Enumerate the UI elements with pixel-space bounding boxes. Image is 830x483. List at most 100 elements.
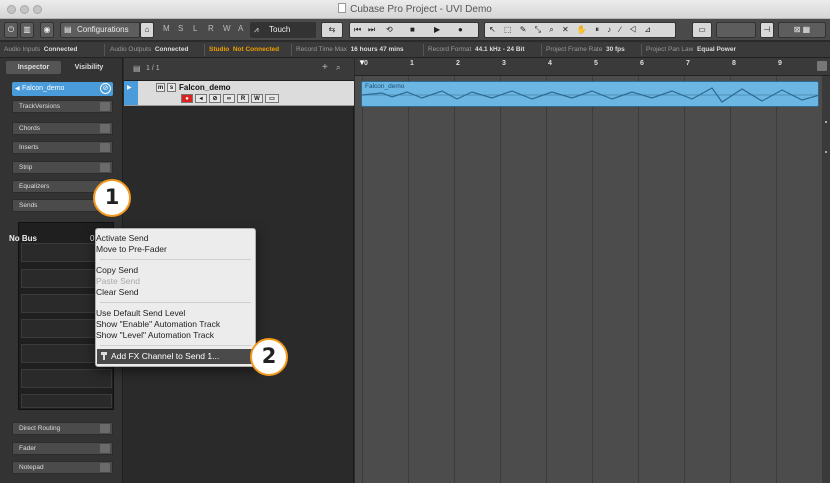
- record-enable-button[interactable]: ●: [181, 94, 193, 103]
- lane-icon[interactable]: ∞: [223, 94, 235, 103]
- section-fader[interactable]: Fader: [12, 442, 113, 455]
- track-name[interactable]: Falcon_demo: [179, 83, 231, 92]
- trackversions-icon: [100, 102, 110, 111]
- section-trackversions[interactable]: TrackVersions: [12, 100, 113, 113]
- ruler-bar-5: 5: [594, 60, 598, 67]
- send-slot-6[interactable]: [21, 369, 112, 388]
- tab-inspector[interactable]: Inspector: [6, 61, 61, 74]
- gridline-bar: [730, 76, 731, 483]
- title-bar: Cubase Pro Project - UVI Demo: [0, 0, 830, 19]
- go-to-start-icon[interactable]: ⏮: [354, 23, 361, 37]
- ruler-options-icon[interactable]: [817, 61, 827, 71]
- mute-state-label[interactable]: M: [163, 24, 170, 33]
- layout-icon[interactable]: ▥: [20, 22, 34, 38]
- menu-add-fx-channel[interactable]: Add FX Channel to Send 1...: [97, 349, 254, 364]
- track-row[interactable]: ▶ m s Falcon_demo ● ◂ ⊘ ∞ R W ▭: [124, 81, 354, 106]
- snap-select[interactable]: [716, 22, 756, 38]
- transport-controls: ⏮ ⏭ ⟲ ■ ▶ ●: [349, 22, 479, 38]
- gridline-bar: [408, 76, 409, 483]
- edit-instrument-icon[interactable]: ▭: [265, 94, 279, 103]
- color-icon[interactable]: ▭: [692, 22, 712, 38]
- step-callout-2: 2: [250, 338, 288, 376]
- record-mode-icon[interactable]: ◉: [40, 22, 54, 38]
- gridline-bar: [362, 76, 363, 483]
- record-time-status: Record Time Max 16 hours 47 mins: [296, 46, 404, 53]
- direct-routing-icon: [100, 424, 110, 433]
- snap-icon[interactable]: ⊣: [760, 22, 774, 38]
- strip-icon: [100, 163, 110, 172]
- section-notepad[interactable]: Notepad: [12, 461, 113, 474]
- audio-inputs-status: Audio Inputs Connected: [4, 46, 78, 53]
- tab-visibility[interactable]: Visibility: [63, 61, 115, 74]
- ruler-bar-2: 2: [456, 60, 460, 67]
- send-slot-7[interactable]: [21, 394, 112, 408]
- edit-channel-icon[interactable]: ⊘: [100, 83, 111, 94]
- track-list-icon: ▤: [133, 64, 141, 73]
- solo-state-label[interactable]: S: [178, 24, 183, 33]
- track-expand-icon: ◀: [15, 86, 20, 92]
- configurations-button[interactable]: ▤ Configurations: [60, 22, 140, 38]
- tools-icons[interactable]: ↖ ⬚ ✎ ⤡ ⌕ ✕ ✋ ⏸ ♪ ∕ ◁ ⊿: [489, 25, 654, 34]
- send-bus-label[interactable]: No Bus: [9, 234, 37, 243]
- chords-icon: [100, 124, 110, 133]
- cubase-window: Cubase Pro Project - UVI Demo ⏻ ▥ ◉ ▤ Co…: [0, 0, 830, 483]
- waveform: [362, 87, 818, 103]
- ruler-bar-9: 9: [778, 60, 782, 67]
- play-icon[interactable]: ▶: [434, 23, 440, 37]
- left-locator-icon[interactable]: ▼: [358, 58, 366, 67]
- search-icon[interactable]: ⌕: [336, 63, 340, 73]
- gridline-bar: [454, 76, 455, 483]
- section-chords[interactable]: Chords: [12, 122, 113, 135]
- read-automation-button[interactable]: R: [237, 94, 249, 103]
- write-automation-button[interactable]: W: [251, 94, 263, 103]
- audio-event[interactable]: Falcon_demo: [361, 81, 819, 107]
- automation-mode-select[interactable]: ⩘ Touch: [250, 22, 316, 38]
- gridline-bar: [638, 76, 639, 483]
- send-context-menu: Activate Send Move to Pre-Fader Copy Sen…: [95, 228, 256, 367]
- status-line: Audio Inputs Connected Audio Outputs Con…: [0, 42, 830, 58]
- notepad-icon: [100, 463, 110, 472]
- ruler-bar-6: 6: [640, 60, 644, 67]
- main-toolbar: ⏻ ▥ ◉ ▤ Configurations ⌂ M S L R W A ⩘ T…: [0, 19, 830, 41]
- fx-channel-icon: [101, 352, 107, 360]
- gridline-bar: [546, 76, 547, 483]
- frame-rate-status: Project Frame Rate 30 fps: [546, 46, 625, 53]
- mute-button[interactable]: m: [156, 83, 165, 92]
- track-list-header: ▤ 1 / 1 + ⌕: [124, 58, 354, 81]
- ruler[interactable]: 0 1 2 3 4 5 6 7 8 9 ▼: [355, 58, 830, 76]
- ruler-bar-1: 1: [410, 60, 414, 67]
- section-inserts[interactable]: Inserts: [12, 141, 113, 154]
- audio-outputs-status: Audio Outputs Connected: [110, 46, 189, 53]
- activate-project-button[interactable]: ⏻: [4, 22, 18, 38]
- project-window: 0 1 2 3 4 5 6 7 8 9 ▼ Falcon_demo: [355, 58, 830, 483]
- ruler-bar-4: 4: [548, 60, 552, 67]
- tool-palette[interactable]: ↖ ⬚ ✎ ⤡ ⌕ ✕ ✋ ⏸ ♪ ∕ ◁ ⊿: [484, 22, 676, 38]
- lock-icon[interactable]: ⊘: [209, 94, 221, 103]
- ruler-bar-8: 8: [732, 60, 736, 67]
- autoscroll-icon[interactable]: ⇆: [321, 22, 343, 38]
- section-strip[interactable]: Strip: [12, 161, 113, 174]
- send-level-value[interactable]: 0: [90, 234, 94, 243]
- cycle-icon[interactable]: ⟲: [386, 23, 393, 37]
- window-title: Cubase Pro Project - UVI Demo: [0, 3, 830, 15]
- vertical-scrollbar[interactable]: [822, 76, 830, 483]
- listen-state-label[interactable]: L: [193, 24, 197, 33]
- add-track-icon[interactable]: +: [322, 62, 328, 73]
- constrain-icon[interactable]: ⌂: [140, 22, 154, 38]
- monitor-icon[interactable]: ◂: [195, 94, 207, 103]
- stop-icon[interactable]: ■: [410, 23, 415, 37]
- inspector-track-name[interactable]: Falcon_demo ◀ ⊘: [12, 82, 113, 96]
- gridline-bar: [592, 76, 593, 483]
- section-direct-routing[interactable]: Direct Routing: [12, 422, 113, 435]
- audition-state-label[interactable]: A: [238, 24, 243, 33]
- gridline-bar: [776, 76, 777, 483]
- track-play-icon: ▶: [127, 85, 132, 91]
- write-state-label[interactable]: W: [223, 24, 231, 33]
- read-state-label[interactable]: R: [208, 24, 214, 33]
- go-to-end-icon[interactable]: ⏭: [368, 23, 375, 37]
- solo-button[interactable]: s: [167, 83, 176, 92]
- grid-type-select[interactable]: ⊠ ▦: [778, 22, 826, 38]
- record-icon[interactable]: ●: [458, 23, 463, 37]
- track-count: 1 / 1: [146, 65, 160, 72]
- document-icon: [338, 3, 347, 13]
